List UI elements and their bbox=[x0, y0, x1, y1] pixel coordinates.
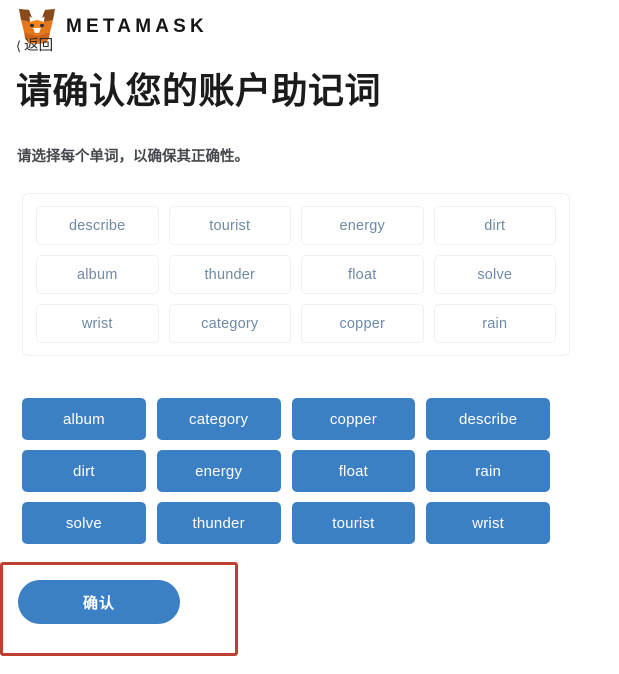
metamask-wordmark: METAMASK bbox=[66, 16, 208, 37]
word-bank-row: album category copper describe bbox=[22, 398, 550, 440]
back-link[interactable]: ⟨ 返回 bbox=[16, 39, 53, 54]
word-bank-row: dirt energy float rain bbox=[22, 450, 550, 492]
word-bank-button[interactable]: describe bbox=[426, 398, 550, 440]
word-bank-button[interactable]: rain bbox=[426, 450, 550, 492]
page-title: 请确认您的账户助记词 bbox=[16, 70, 382, 111]
confirm-button[interactable]: 确认 bbox=[18, 580, 180, 624]
word-bank-button[interactable]: tourist bbox=[291, 502, 416, 544]
seed-row: describe tourist energy dirt bbox=[36, 206, 556, 245]
word-bank-row: solve thunder tourist wrist bbox=[22, 502, 550, 544]
word-bank-button[interactable]: wrist bbox=[426, 502, 550, 544]
word-bank-grid: album category copper describe dirt ener… bbox=[22, 398, 550, 544]
seed-chip[interactable]: thunder bbox=[168, 255, 291, 294]
seed-chip[interactable]: rain bbox=[433, 304, 556, 343]
word-bank-button[interactable]: solve bbox=[22, 502, 146, 544]
seed-chip[interactable]: tourist bbox=[168, 206, 291, 245]
seed-chip[interactable]: dirt bbox=[433, 206, 556, 245]
word-bank-button[interactable]: float bbox=[291, 450, 416, 492]
seed-chip[interactable]: energy bbox=[301, 206, 424, 245]
seed-phrase-panel: describe tourist energy dirt album thund… bbox=[22, 193, 570, 356]
chevron-left-icon: ⟨ bbox=[16, 38, 22, 54]
word-bank-button[interactable]: copper bbox=[291, 398, 416, 440]
word-bank-button[interactable]: thunder bbox=[156, 502, 281, 544]
seed-chip[interactable]: wrist bbox=[36, 304, 159, 343]
seed-chip[interactable]: category bbox=[168, 304, 291, 343]
word-bank-button[interactable]: energy bbox=[156, 450, 281, 492]
metamask-seed-confirm-page: METAMASK ⟨ 返回 请确认您的账户助记词 请选择每个单词，以确保其正确性… bbox=[0, 0, 619, 674]
word-bank-button[interactable]: dirt bbox=[22, 450, 146, 492]
word-bank-button[interactable]: category bbox=[156, 398, 281, 440]
seed-chip[interactable]: describe bbox=[36, 206, 159, 245]
page-subtitle: 请选择每个单词，以确保其正确性。 bbox=[17, 149, 249, 165]
back-link-label: 返回 bbox=[24, 38, 54, 54]
seed-chip[interactable]: album bbox=[36, 255, 159, 294]
word-bank-button[interactable]: album bbox=[22, 398, 146, 440]
seed-chip[interactable]: float bbox=[301, 255, 424, 294]
seed-row: album thunder float solve bbox=[36, 255, 556, 294]
seed-chip[interactable]: solve bbox=[433, 255, 556, 294]
seed-chip[interactable]: copper bbox=[301, 304, 424, 343]
seed-row: wrist category copper rain bbox=[36, 304, 556, 343]
